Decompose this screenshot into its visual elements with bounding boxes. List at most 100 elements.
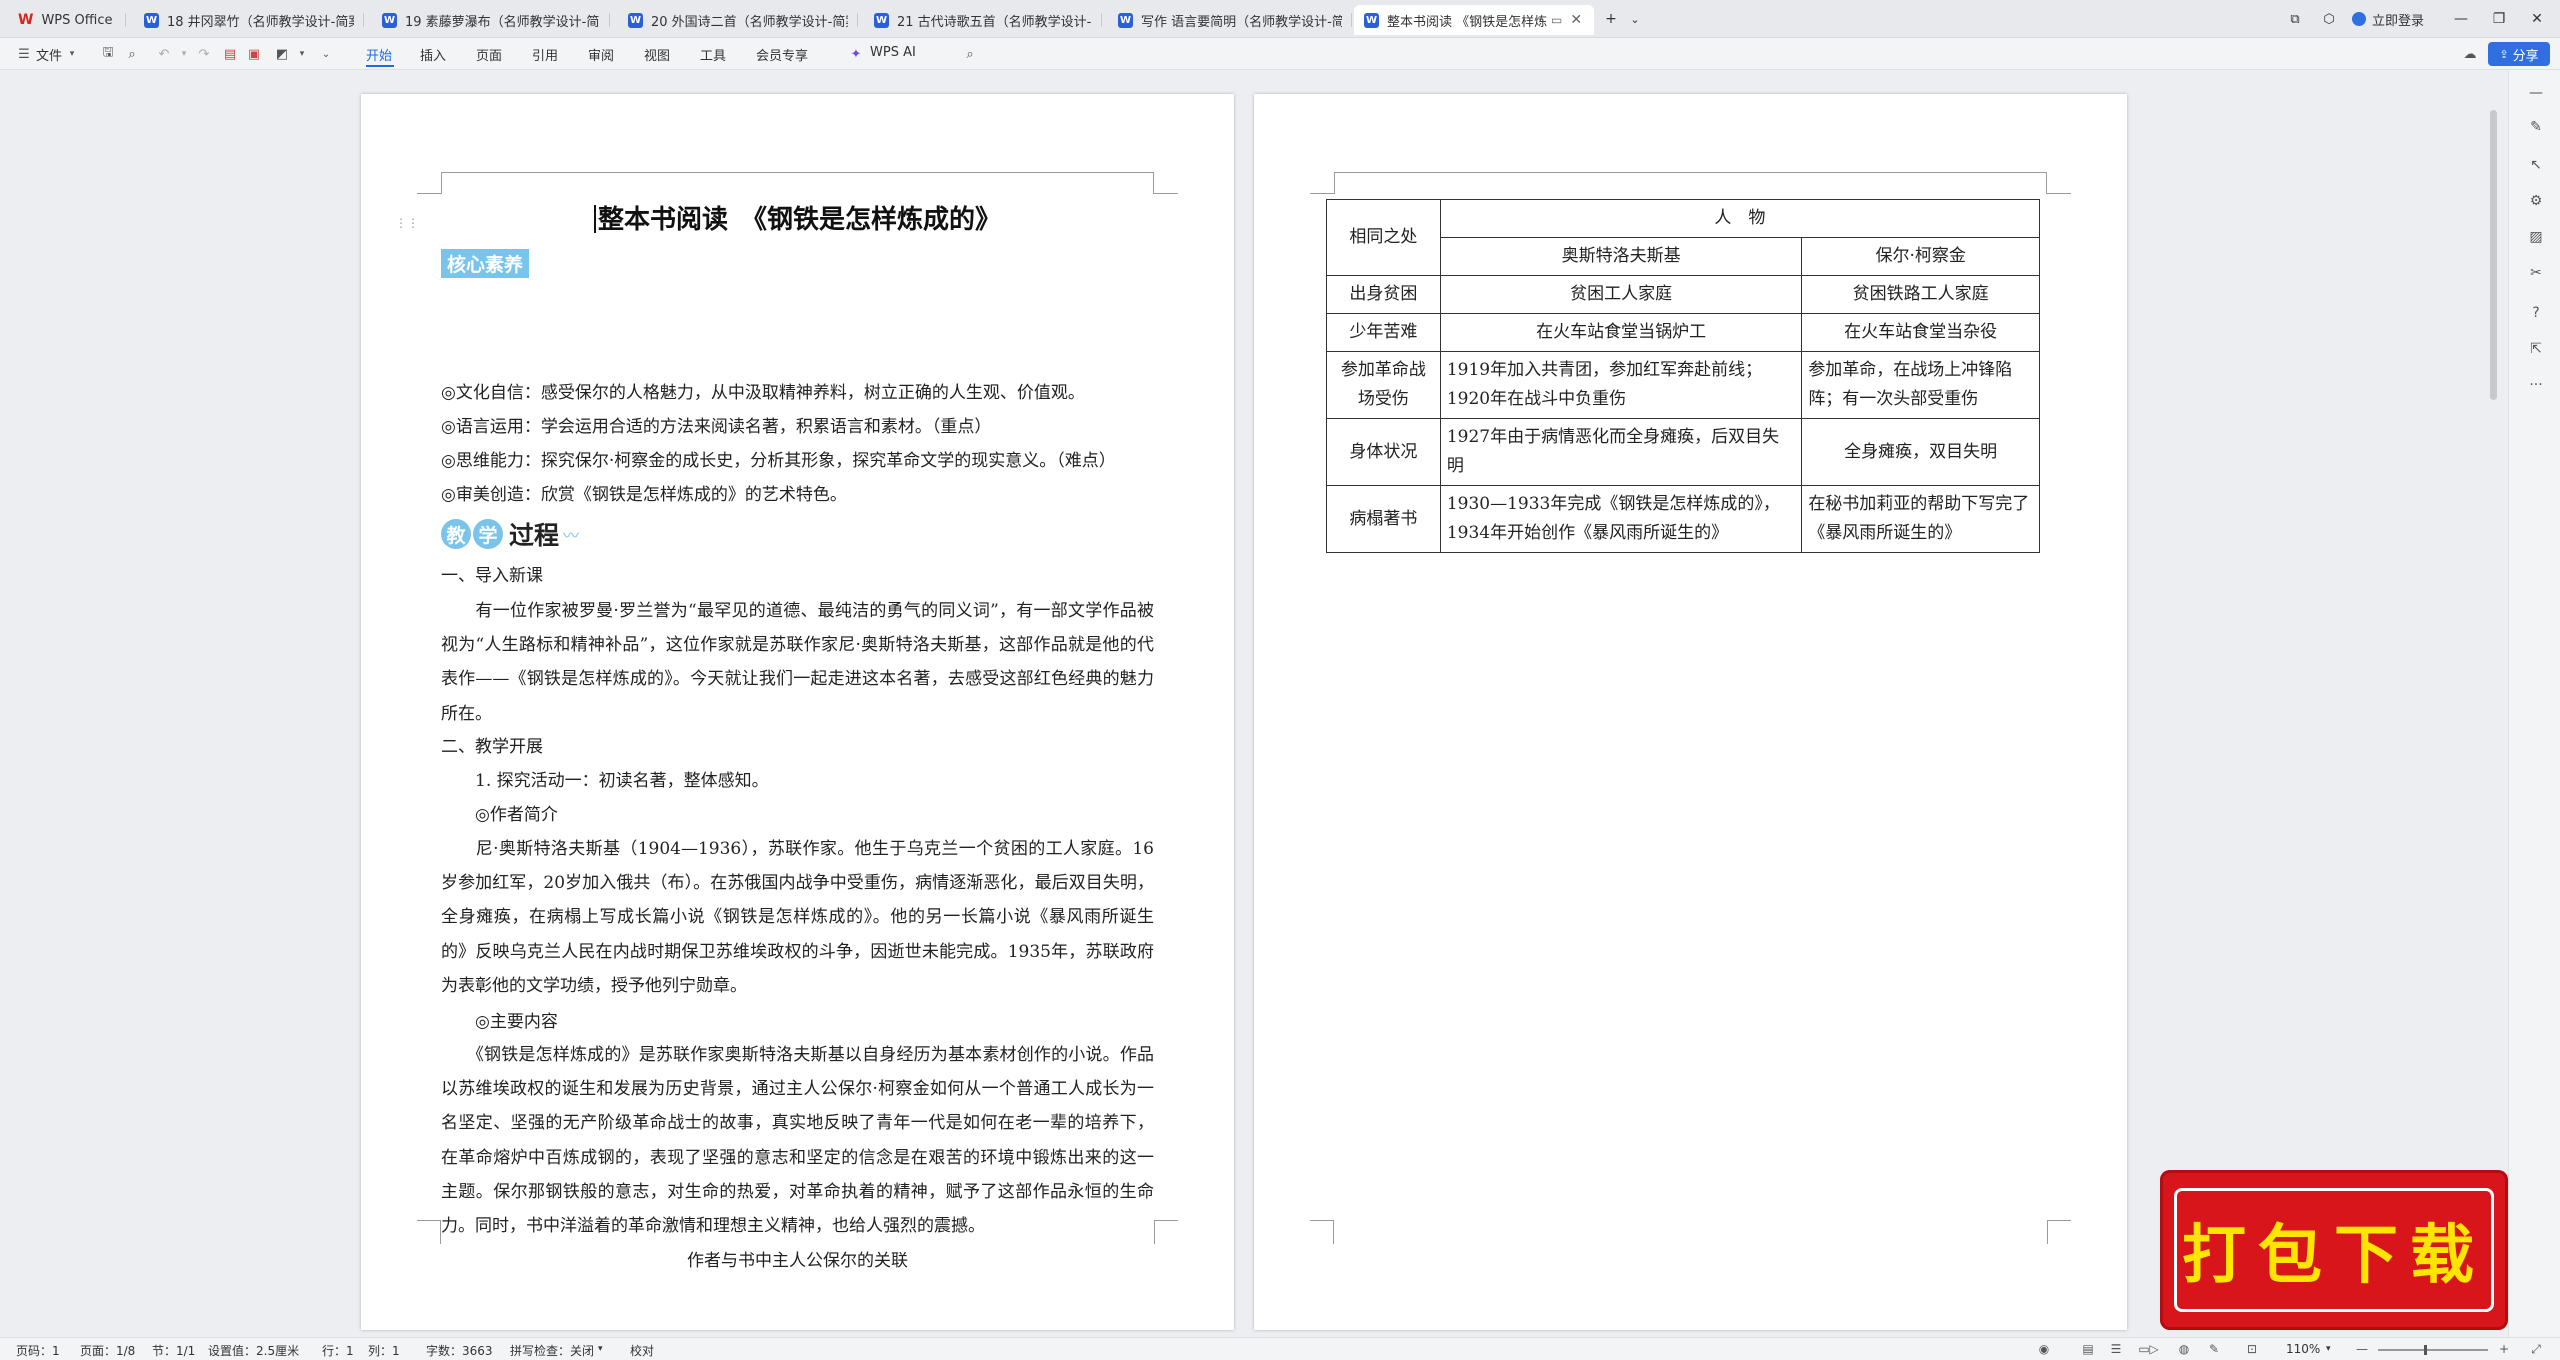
table-cell[interactable]: 贫困铁路工人家庭 — [1801, 275, 2040, 314]
more-icon[interactable]: ··· — [2527, 376, 2545, 394]
page-view-icon[interactable]: ▤ — [2080, 1341, 2096, 1357]
login-button[interactable]: 立即登录 — [2352, 8, 2424, 30]
table-cell[interactable]: 出身贫困 — [1326, 275, 1441, 314]
pointer-icon[interactable]: ↖ — [2527, 156, 2545, 174]
zoom-level[interactable]: 110% — [2286, 1342, 2320, 1356]
table-cell[interactable]: 1919年加入共青团，参加红军奔赴前线；1920年在战斗中负重伤 — [1439, 351, 1803, 419]
tab-document[interactable]: W 20 外国诗二首（名师教学设计-简案） — [618, 5, 858, 35]
file-dropdown-chevron-icon[interactable]: ▾ — [64, 46, 80, 62]
table-cell[interactable]: 1927年由于病情恶化而全身瘫痪，后双目失明 — [1439, 418, 1803, 486]
table-cell[interactable]: 人 物 — [1439, 199, 2041, 238]
web-view-icon[interactable]: ◍ — [2176, 1341, 2192, 1357]
tab-active-document[interactable]: W 整本书阅读 《钢铁是怎样炼成 ▭ ✕ — [1354, 5, 1594, 35]
undo-icon[interactable]: ↶ — [156, 46, 172, 62]
tab-label: 写作 语言要简明（名师教学设计-简案 — [1141, 14, 1342, 30]
tab-references[interactable]: 引用 — [532, 45, 558, 64]
document-page-2[interactable]: 相同之处 人 物 奥斯特洛夫斯基 保尔·柯察金 出身贫困 贫困工人家庭 贫困铁路… — [1254, 94, 2127, 1330]
fullscreen-icon[interactable]: ⤢ — [2528, 1341, 2544, 1357]
tab-view[interactable]: 视图 — [644, 45, 670, 64]
tab-document[interactable]: W 18 井冈翠竹（名师教学设计-简案）.d — [134, 5, 364, 35]
tab-document[interactable]: W 21 古代诗歌五首（名师教学设计-简案 — [864, 5, 1102, 35]
redo-icon[interactable]: ↷ — [196, 46, 212, 62]
fit-page-icon[interactable]: ⊡ — [2244, 1341, 2260, 1357]
table-cell[interactable]: 在火车站食堂当杂役 — [1801, 313, 2040, 352]
more-quick-tools-chevron-icon[interactable]: ⌄ — [318, 46, 334, 62]
tab-tools[interactable]: 工具 — [700, 45, 726, 64]
add-tab-button[interactable]: + — [1598, 6, 1624, 32]
close-window-button[interactable]: ✕ — [2524, 6, 2550, 32]
image-icon[interactable]: ▨ — [2527, 228, 2545, 246]
screenshot-icon[interactable]: ◩ — [274, 46, 290, 62]
file-menu[interactable]: 文件 — [36, 45, 62, 64]
search-icon[interactable]: ⌕ — [962, 46, 978, 62]
share-button[interactable]: ⇪ 分享 — [2488, 42, 2550, 66]
screenshot-dropdown-icon[interactable]: ▾ — [294, 46, 310, 62]
undo-dropdown-icon[interactable]: ▾ — [176, 46, 192, 62]
close-tab-icon[interactable]: ✕ — [1570, 12, 1582, 28]
status-column[interactable]: 列：1 — [368, 1342, 400, 1359]
eye-protection-icon[interactable]: ◉ — [2036, 1341, 2052, 1357]
status-page-number[interactable]: 页码：1 — [16, 1342, 60, 1359]
comparison-table[interactable]: 相同之处 人 物 奥斯特洛夫斯基 保尔·柯察金 出身贫困 贫困工人家庭 贫困铁路… — [1326, 199, 2041, 553]
table-cell[interactable]: 贫困工人家庭 — [1439, 275, 1803, 314]
minimize-button[interactable]: — — [2448, 6, 2474, 32]
status-pages[interactable]: 页面：1/8 — [80, 1342, 135, 1359]
doc-title[interactable]: 整本书阅读 《钢铁是怎样炼成的》 — [361, 199, 1234, 236]
tab-review[interactable]: 审阅 — [588, 45, 614, 64]
skin-icon[interactable]: ⬡ — [2316, 6, 2342, 32]
status-setting[interactable]: 设置值：2.5厘米 — [208, 1342, 299, 1359]
cloud-sync-icon[interactable]: ☁ — [2462, 46, 2478, 62]
status-proofread[interactable]: 校对 — [630, 1342, 654, 1359]
pen-icon[interactable]: ✎ — [2527, 118, 2545, 136]
status-spell-check[interactable]: 拼写检查：关闭 — [510, 1342, 594, 1359]
format-painter-icon[interactable]: ⌕ — [124, 46, 140, 62]
tab-member[interactable]: 会员专享 — [756, 45, 808, 64]
status-section[interactable]: 节：1/1 — [152, 1342, 195, 1359]
print-preview-icon[interactable]: ▤ — [222, 46, 238, 62]
menu-icon[interactable]: ☰ — [16, 46, 32, 62]
zoom-out-icon[interactable]: — — [2354, 1341, 2370, 1357]
tab-page[interactable]: 页面 — [476, 45, 502, 64]
save-icon[interactable]: 🖫 — [100, 45, 116, 62]
table-cell[interactable]: 少年苦难 — [1326, 313, 1441, 352]
table-cell[interactable]: 奥斯特洛夫斯基 — [1439, 237, 1803, 276]
collapse-panel-icon[interactable]: — — [2527, 84, 2545, 102]
document-page-1[interactable]: ⋮⋮ 整本书阅读 《钢铁是怎样炼成的》 核心素养 ◎文化自信：感受保尔的人格魅力… — [361, 94, 1234, 1330]
table-cell[interactable]: 病榻著书 — [1326, 485, 1441, 553]
tab-home[interactable]: 开始 — [366, 45, 392, 64]
tab-wps-office[interactable]: W WPS Office — [8, 5, 126, 35]
tab-insert[interactable]: 插入 — [420, 45, 446, 64]
edit-icon[interactable]: ✎ — [2206, 1341, 2222, 1357]
outline-view-icon[interactable]: ☰ — [2108, 1341, 2124, 1357]
help-icon[interactable]: ? — [2527, 304, 2545, 322]
table-cell[interactable]: 1930—1933年完成《钢铁是怎样炼成的》，1934年开始创作《暴风雨所诞生的… — [1439, 485, 1803, 553]
table-cell[interactable]: 全身瘫痪，双目失明 — [1801, 418, 2040, 486]
status-word-count[interactable]: 字数：3663 — [426, 1342, 493, 1359]
play-icon[interactable]: ▷ — [2146, 1341, 2162, 1357]
share-doc-icon[interactable]: ⇱ — [2527, 340, 2545, 358]
tab-list-chevron-icon[interactable]: ⌄ — [1622, 6, 1648, 32]
status-row[interactable]: 行：1 — [322, 1342, 354, 1359]
tools-icon[interactable]: ✂ — [2527, 264, 2545, 282]
table-cell[interactable]: 在秘书加莉亚的帮助下写完了《暴风雨所诞生的》 — [1801, 485, 2040, 553]
pdf-export-icon[interactable]: ▣ — [246, 46, 262, 62]
zoom-slider-knob[interactable] — [2424, 1345, 2428, 1355]
restore-button[interactable]: ❐ — [2486, 6, 2512, 32]
spell-dropdown-icon[interactable]: ▾ — [598, 1344, 603, 1354]
table-cell[interactable]: 在火车站食堂当锅炉工 — [1439, 313, 1803, 352]
tab-wps-ai[interactable]: WPS AI — [870, 45, 916, 60]
vertical-scrollbar[interactable] — [2490, 110, 2497, 400]
zoom-in-icon[interactable]: + — [2496, 1341, 2512, 1357]
table-cell[interactable]: 身体状况 — [1326, 418, 1441, 486]
tab-document[interactable]: W 写作 语言要简明（名师教学设计-简案 — [1108, 5, 1352, 35]
table-cell[interactable]: 参加革命战场受伤 — [1326, 351, 1441, 419]
table-cell[interactable]: 保尔·柯察金 — [1801, 237, 2040, 276]
adjust-settings-icon[interactable]: ⚙ — [2527, 192, 2545, 210]
download-package-badge[interactable]: 打包下载 — [2160, 1170, 2508, 1330]
zoom-slider[interactable] — [2378, 1345, 2488, 1355]
table-cell[interactable]: 相同之处 — [1326, 199, 1441, 276]
table-cell[interactable]: 参加革命，在战场上冲锋陷阵；有一次头部受重伤 — [1801, 351, 2040, 419]
window-layout-icon[interactable]: ⧉ — [2282, 6, 2308, 32]
zoom-dropdown-icon[interactable]: ▾ — [2326, 1344, 2331, 1354]
tab-document[interactable]: W 19 素藤萝瀑布（名师教学设计-简案） — [372, 5, 610, 35]
